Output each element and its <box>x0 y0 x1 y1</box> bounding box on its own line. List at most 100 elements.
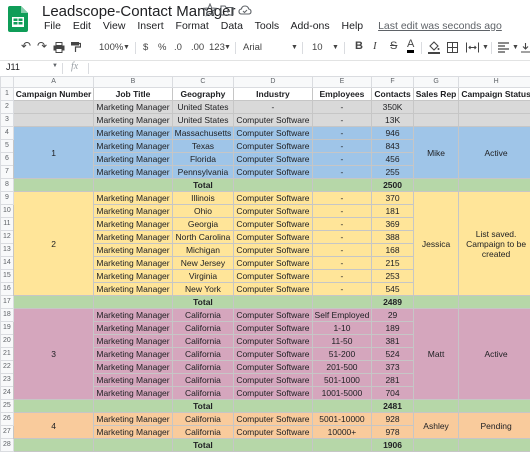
star-icon[interactable] <box>203 3 217 17</box>
employees-cell[interactable]: - <box>311 191 373 205</box>
geography-cell[interactable]: United States <box>171 113 235 127</box>
geography-cell[interactable]: New York <box>171 282 235 296</box>
industry-cell[interactable]: Computer Software <box>233 269 313 283</box>
industry-cell[interactable]: - <box>233 100 313 114</box>
employees-cell[interactable]: - <box>311 204 373 218</box>
paint-format-icon[interactable] <box>70 41 81 53</box>
industry-cell[interactable]: Computer Software <box>233 347 313 361</box>
job-title-cell[interactable]: Marketing Manager <box>93 191 173 205</box>
row-number[interactable]: 19 <box>0 321 14 335</box>
select-all-corner[interactable] <box>0 76 14 88</box>
campaign-status[interactable] <box>458 100 530 114</box>
menu-view[interactable]: View <box>103 20 126 32</box>
industry-cell[interactable]: Computer Software <box>233 204 313 218</box>
column-title[interactable]: Employees <box>311 87 373 101</box>
employees-cell[interactable]: 501-1000 <box>311 373 373 387</box>
cell[interactable] <box>233 295 313 309</box>
industry-cell[interactable]: Computer Software <box>233 191 313 205</box>
menu-edit[interactable]: Edit <box>73 20 91 32</box>
employees-cell[interactable]: - <box>311 126 373 140</box>
industry-cell[interactable]: Computer Software <box>233 360 313 374</box>
cell[interactable] <box>93 295 173 309</box>
contacts-cell[interactable]: 388 <box>371 230 414 244</box>
sheets-logo-icon[interactable] <box>8 6 28 32</box>
job-title-cell[interactable]: Marketing Manager <box>93 126 173 140</box>
employees-cell[interactable]: 10000+ <box>311 425 373 439</box>
job-title-cell[interactable]: Marketing Manager <box>93 386 173 400</box>
employees-cell[interactable]: 1-10 <box>311 321 373 335</box>
decrease-decimal-button[interactable]: .0 <box>174 42 182 53</box>
column-title[interactable]: Campaign Number <box>12 87 95 101</box>
percent-format-button[interactable]: % <box>158 42 166 53</box>
italic-button[interactable]: I <box>373 40 377 52</box>
menu-insert[interactable]: Insert <box>137 20 163 32</box>
print-icon[interactable] <box>53 42 65 53</box>
employees-cell[interactable]: - <box>311 230 373 244</box>
geography-cell[interactable]: California <box>171 425 235 439</box>
job-title-cell[interactable]: Marketing Manager <box>93 334 173 348</box>
industry-cell[interactable]: Computer Software <box>233 230 313 244</box>
cell[interactable] <box>458 178 530 192</box>
cell[interactable] <box>12 399 95 413</box>
contacts-cell[interactable]: 215 <box>371 256 414 270</box>
formula-input[interactable] <box>94 62 524 74</box>
geography-cell[interactable]: California <box>171 412 235 426</box>
row-number[interactable]: 11 <box>0 217 14 231</box>
job-title-cell[interactable]: Marketing Manager <box>93 282 173 296</box>
geography-cell[interactable]: California <box>171 360 235 374</box>
geography-cell[interactable]: California <box>171 386 235 400</box>
employees-cell[interactable]: - <box>311 282 373 296</box>
geography-cell[interactable]: California <box>171 347 235 361</box>
industry-cell[interactable]: Computer Software <box>233 217 313 231</box>
cell[interactable] <box>233 178 313 192</box>
vertical-align-icon[interactable] <box>521 42 530 53</box>
cell[interactable] <box>412 295 460 309</box>
geography-cell[interactable]: Georgia <box>171 217 235 231</box>
row-number[interactable]: 24 <box>0 386 14 400</box>
industry-cell[interactable]: Computer Software <box>233 282 313 296</box>
row-number[interactable]: 2 <box>0 100 14 114</box>
row-number[interactable]: 12 <box>0 230 14 244</box>
menu-addons[interactable]: Add-ons <box>291 20 330 32</box>
cell[interactable] <box>93 438 173 452</box>
sales-rep[interactable] <box>412 113 460 127</box>
text-color-button[interactable]: A <box>407 39 415 53</box>
contacts-cell[interactable]: 253 <box>371 269 414 283</box>
sales-rep[interactable]: Matt <box>412 308 460 400</box>
cell[interactable] <box>412 178 460 192</box>
geography-cell[interactable]: Ohio <box>171 204 235 218</box>
employees-cell[interactable]: - <box>311 165 373 179</box>
industry-cell[interactable]: Computer Software <box>233 256 313 270</box>
column-title[interactable]: Job Title <box>93 87 173 101</box>
employees-cell[interactable]: - <box>311 269 373 283</box>
industry-cell[interactable]: Computer Software <box>233 152 313 166</box>
more-formats-chevron-down-icon[interactable]: ▼ <box>224 44 231 51</box>
industry-cell[interactable]: Computer Software <box>233 334 313 348</box>
row-number[interactable]: 25 <box>0 399 14 413</box>
job-title-cell[interactable]: Marketing Manager <box>93 100 173 114</box>
column-header-h[interactable]: H <box>458 76 530 88</box>
contacts-cell[interactable]: 255 <box>371 165 414 179</box>
row-number[interactable]: 22 <box>0 360 14 374</box>
cell[interactable] <box>233 438 313 452</box>
job-title-cell[interactable]: Marketing Manager <box>93 139 173 153</box>
row-number[interactable]: 9 <box>0 191 14 205</box>
strikethrough-button[interactable]: S <box>390 40 397 52</box>
contacts-cell[interactable]: 843 <box>371 139 414 153</box>
campaign-status[interactable]: Active <box>458 308 530 400</box>
cell[interactable] <box>458 399 530 413</box>
job-title-cell[interactable]: Marketing Manager <box>93 217 173 231</box>
zoom-chevron-down-icon[interactable]: ▼ <box>123 44 130 51</box>
contacts-cell[interactable]: 189 <box>371 321 414 335</box>
geography-cell[interactable]: Texas <box>171 139 235 153</box>
menu-format[interactable]: Format <box>176 20 209 32</box>
cell[interactable] <box>311 295 373 309</box>
undo-icon[interactable]: ↶ <box>21 39 31 53</box>
geography-cell[interactable]: California <box>171 334 235 348</box>
employees-cell[interactable]: - <box>311 100 373 114</box>
column-header-e[interactable]: E <box>311 76 373 88</box>
contacts-cell[interactable]: 704 <box>371 386 414 400</box>
contacts-cell[interactable]: 373 <box>371 360 414 374</box>
row-number[interactable]: 5 <box>0 139 14 153</box>
job-title-cell[interactable]: Marketing Manager <box>93 204 173 218</box>
